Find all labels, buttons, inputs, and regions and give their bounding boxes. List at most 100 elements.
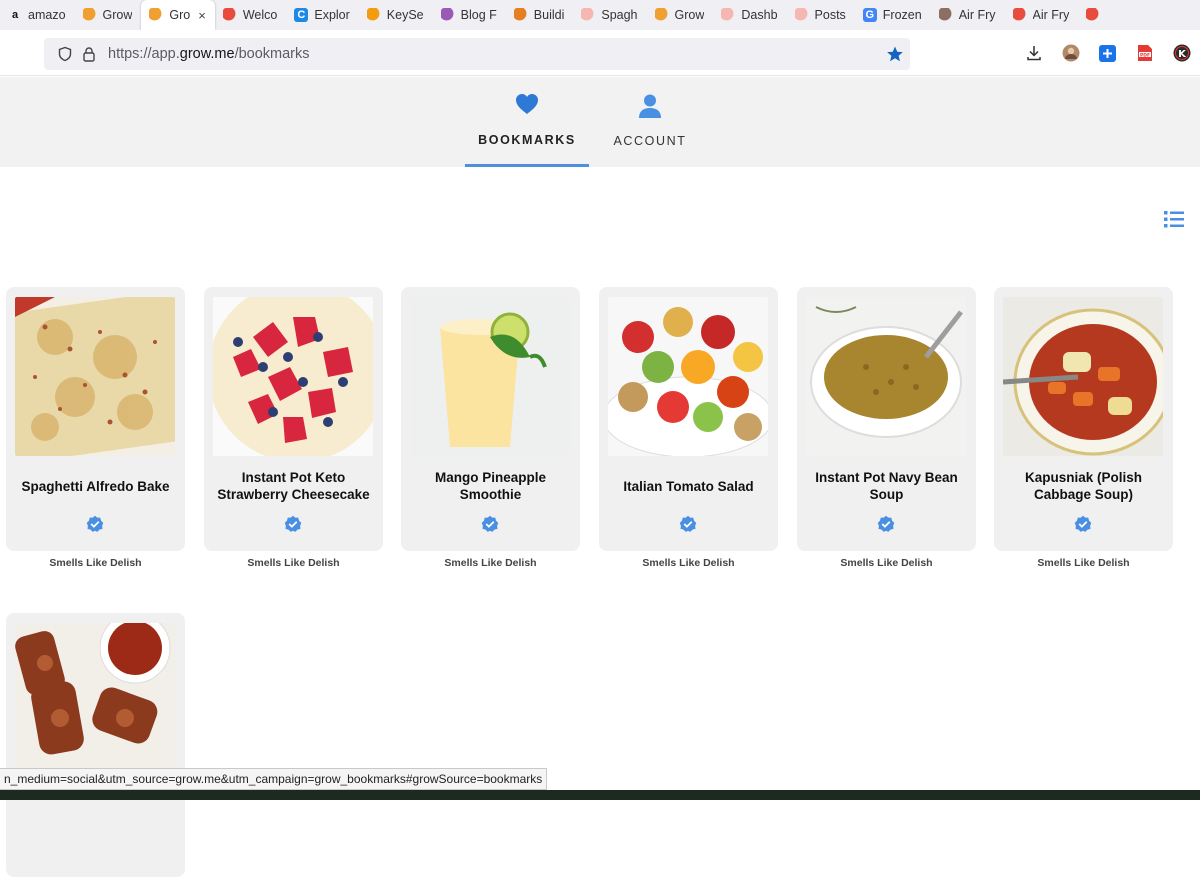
tab-title: Frozen: [882, 8, 922, 22]
tab-title: KeySe: [386, 8, 424, 22]
recipe-title[interactable]: Spaghetti Alfredo Bake: [14, 468, 177, 504]
tab-favicon-icon: [654, 8, 669, 22]
browser-tab[interactable]: Grow: [647, 0, 714, 30]
shield-icon[interactable]: [56, 45, 74, 63]
tab-favicon-icon: [366, 8, 381, 22]
k-extension-icon[interactable]: K: [1163, 30, 1200, 76]
bookmark-card[interactable]: Italian Tomato Salad: [599, 287, 778, 551]
tab-favicon-icon: [581, 8, 596, 22]
tab-favicon-icon: a: [11, 9, 19, 21]
recipe-source-link[interactable]: Smells Like Delish: [797, 557, 976, 569]
recipe-title[interactable]: Instant Pot Keto Strawberry Cheesecake: [212, 468, 375, 504]
tab-title: Gro: [169, 8, 191, 22]
recipe-thumbnail[interactable]: [213, 297, 373, 456]
recipe-thumbnail[interactable]: [806, 297, 966, 456]
browser-tab[interactable]: KeySe: [359, 0, 433, 30]
url-prefix: https://app.: [108, 46, 180, 62]
recipe-title[interactable]: Mango Pineapple Smoothie: [409, 468, 572, 504]
tab-favicon-icon: [513, 8, 528, 22]
browser-tab[interactable]: [1078, 0, 1109, 30]
tab-favicon-icon: [794, 8, 809, 22]
tab-bookmarks[interactable]: BOOKMARKS: [465, 77, 589, 167]
recipe-source-link[interactable]: Smells Like Delish: [599, 557, 778, 569]
add-extension-icon[interactable]: [1089, 30, 1126, 76]
recipe-source-link[interactable]: Smells Like Delish: [204, 557, 383, 569]
recipe-thumbnail[interactable]: [608, 297, 768, 456]
browser-tab[interactable]: Air Fry: [931, 0, 1005, 30]
lock-icon[interactable]: [80, 45, 98, 63]
person-icon: [600, 93, 700, 119]
svg-text:K: K: [1178, 49, 1187, 60]
tab-title: Welco: [242, 8, 278, 22]
browser-tab[interactable]: Blog F: [433, 0, 506, 30]
verified-badge-icon: [284, 515, 302, 533]
tab-favicon-icon: G: [862, 8, 877, 22]
recipe-source-link[interactable]: Smells Like Delish: [994, 557, 1173, 569]
tab-title: Air Fry: [1032, 8, 1070, 22]
browser-tab[interactable]: Air Fry: [1005, 0, 1079, 30]
os-taskbar: [0, 790, 1200, 800]
svg-text:PDF: PDF: [1139, 52, 1149, 58]
browser-tab-strip: a amazo Grow Gro × Welco C Explor KeySe Blog F Bui…: [0, 0, 1200, 30]
recipe-title[interactable]: Kapusniak (Polish Cabbage Soup): [1002, 468, 1165, 504]
tab-favicon-icon: C: [294, 8, 309, 22]
heart-icon: [465, 93, 589, 115]
address-bar[interactable]: https://app.grow.me/bookmarks: [44, 38, 910, 70]
recipe-title[interactable]: Instant Pot Navy Bean Soup: [805, 468, 968, 504]
tab-favicon-icon: [222, 8, 237, 22]
tab-favicon-icon: [721, 8, 736, 22]
bookmark-card[interactable]: [6, 613, 185, 877]
tab-favicon-icon: [440, 8, 455, 22]
recipe-thumbnail[interactable]: [15, 297, 175, 456]
tab-title: Spagh: [601, 8, 638, 22]
browser-toolbar: https://app.grow.me/bookmarks PDF K: [0, 30, 1200, 76]
recipe-thumbnail[interactable]: [1003, 297, 1163, 456]
browser-tab[interactable]: C Explor: [286, 0, 358, 30]
profile-avatar-icon[interactable]: [1052, 30, 1089, 76]
bookmark-card[interactable]: Instant Pot Keto Strawberry Cheesecake: [204, 287, 383, 551]
verified-badge-icon: [86, 515, 104, 533]
recipe-thumbnail[interactable]: [15, 623, 175, 782]
browser-tab[interactable]: Posts: [787, 0, 855, 30]
url-text[interactable]: https://app.grow.me/bookmarks: [108, 46, 310, 62]
toolbar-icons: PDF K: [1015, 30, 1200, 76]
bookmark-star-icon[interactable]: [886, 45, 904, 63]
bookmark-card[interactable]: Spaghetti Alfredo Bake: [6, 287, 185, 551]
browser-tab[interactable]: Spagh: [573, 0, 646, 30]
browser-tab[interactable]: Grow: [75, 0, 142, 30]
tab-favicon-icon: [1086, 8, 1101, 22]
list-view-icon[interactable]: [1162, 207, 1186, 231]
recipe-source-link[interactable]: Smells Like Delish: [401, 557, 580, 569]
tab-account[interactable]: ACCOUNT: [600, 77, 700, 167]
tab-favicon-icon: [1012, 8, 1027, 22]
grow-header: BOOKMARKS ACCOUNT: [0, 77, 1200, 167]
verified-badge-icon: [877, 515, 895, 533]
tab-title: Dashb: [741, 8, 778, 22]
recipe-source-link[interactable]: Smells Like Delish: [6, 557, 185, 569]
tab-title: Posts: [814, 8, 846, 22]
recipe-title[interactable]: Italian Tomato Salad: [607, 468, 770, 504]
status-bar-url: n_medium=social&utm_source=grow.me&utm_c…: [0, 768, 548, 790]
browser-tab[interactable]: Buildi: [506, 0, 574, 30]
pdf-extension-icon[interactable]: PDF: [1126, 30, 1163, 76]
tab-favicon-icon: [938, 8, 953, 22]
browser-tab[interactable]: Welco: [215, 0, 287, 30]
verified-badge-icon: [1074, 515, 1092, 533]
bookmark-card[interactable]: Kapusniak (Polish Cabbage Soup): [994, 287, 1173, 551]
tab-title: Air Fry: [958, 8, 996, 22]
bookmark-card[interactable]: Instant Pot Navy Bean Soup: [797, 287, 976, 551]
browser-tab[interactable]: a amazo: [0, 0, 75, 30]
download-icon[interactable]: [1015, 30, 1052, 76]
active-tab-indicator: [465, 164, 589, 167]
tab-title: Blog F: [460, 8, 497, 22]
browser-tab[interactable]: G Frozen: [855, 0, 931, 30]
verified-badge-icon: [679, 515, 697, 533]
browser-tab[interactable]: Gro ×: [141, 0, 215, 30]
tab-close-icon[interactable]: ×: [198, 8, 206, 23]
tab-account-label: ACCOUNT: [613, 134, 687, 148]
tab-title: Buildi: [533, 8, 565, 22]
bookmark-card[interactable]: Mango Pineapple Smoothie: [401, 287, 580, 551]
tab-title: Explor: [314, 8, 350, 22]
recipe-thumbnail[interactable]: [410, 297, 570, 456]
browser-tab[interactable]: Dashb: [713, 0, 786, 30]
